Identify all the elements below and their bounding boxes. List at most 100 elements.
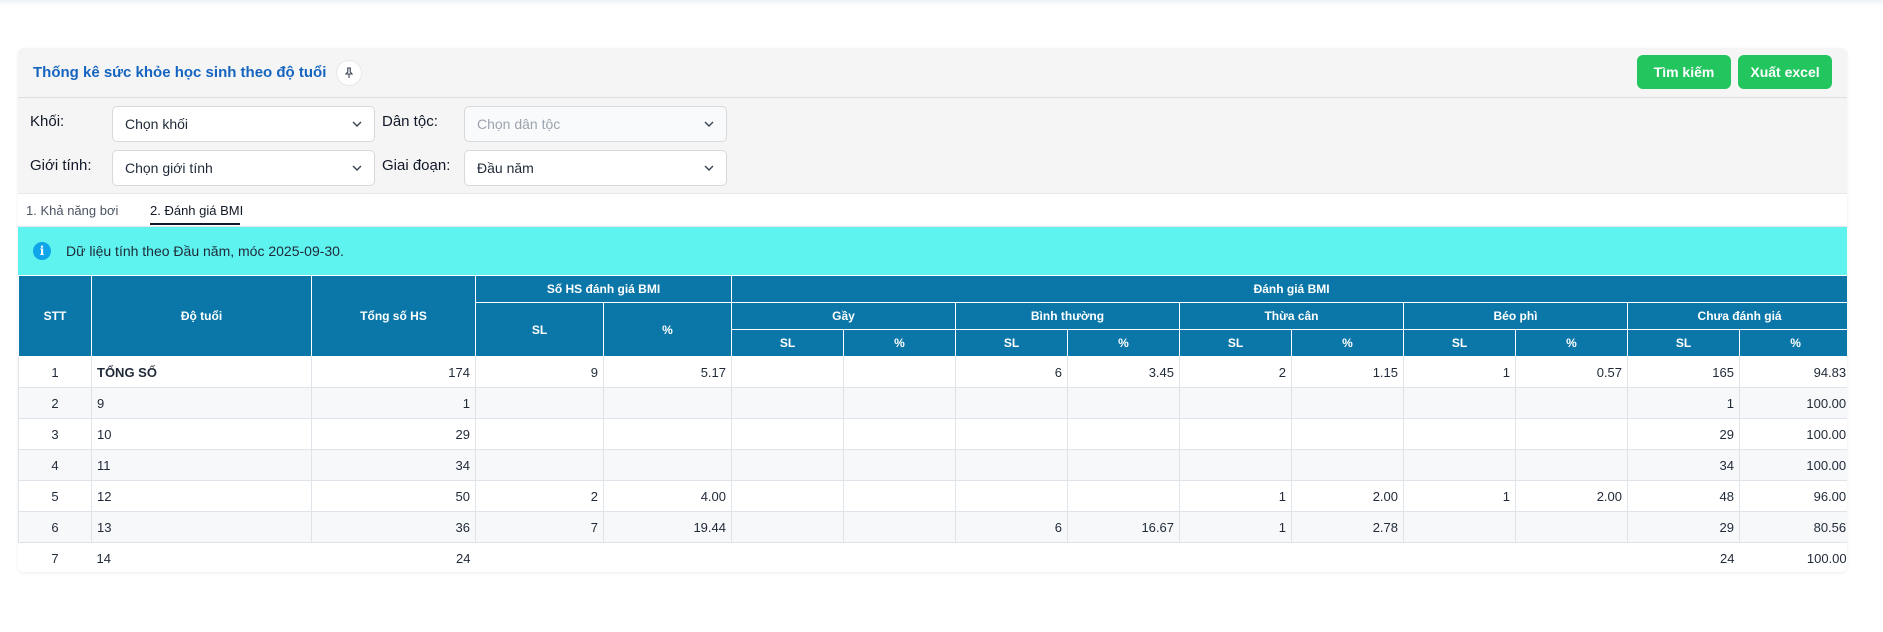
cell-obese-pct: 2.00 [1515,480,1628,512]
cell-over-sl: 1 [1179,511,1292,543]
period-select-value: Đầu năm [477,160,534,176]
cell-thin-sl [731,387,844,419]
ethnicity-select[interactable]: Chọn dân tộc [464,106,727,142]
cell-age: 9 [91,387,312,419]
cell-obese-sl: 1 [1403,356,1516,388]
cell-over-pct [1291,387,1404,419]
header-pct: % [1067,329,1180,357]
header-pct: % [843,329,956,357]
table-body: 1 TỔNG SỐ 174 9 5.17 6 3.45 2 1.15 1 0.57 165 94.83 2… [18,356,1847,572]
cell-thin-pct [843,356,956,388]
cell-eval-sl: 2 [475,480,604,512]
header-thin: Gầy [731,302,956,330]
cell-normal-sl [955,449,1068,481]
cell-stt: 1 [18,356,92,388]
cell-total: 29 [311,418,476,450]
active-tab-underline [150,223,240,225]
cell-over-pct: 2.78 [1291,511,1404,543]
cell-eval-sl [475,418,604,450]
cell-thin-sl [731,418,844,450]
pin-icon [345,66,354,78]
cell-thin-pct [843,387,956,419]
cell-ne-pct: 96.00 [1738,480,1847,512]
cell-obese-sl [1403,418,1516,450]
table-row: 7 14 24 24 100.00 [18,542,1847,572]
cell-stt: 3 [18,418,92,450]
info-icon: i [33,242,51,260]
cell-normal-sl [955,542,1068,572]
cell-ne-pct: 100.00 [1738,387,1847,419]
cell-eval-pct [603,449,732,481]
header-pct: % [1515,329,1628,357]
search-button[interactable]: Tìm kiếm [1637,55,1731,89]
cell-normal-pct [1067,542,1180,572]
gender-select-value: Chọn giới tính [125,160,213,176]
chevron-down-icon [704,165,714,171]
info-banner: i Dữ liệu tính theo Đầu năm, móc 2025-09… [18,227,1847,275]
cell-ne-pct: 100.00 [1738,449,1847,481]
cell-ne-pct: 100.00 [1739,542,1847,572]
chevron-down-icon [352,165,362,171]
header-age: Độ tuổi [91,275,312,357]
cell-thin-pct [843,418,956,450]
cell-eval-sl: 9 [475,356,604,388]
cell-obese-sl [1403,449,1516,481]
cell-normal-pct: 3.45 [1067,356,1180,388]
cell-over-pct: 1.15 [1291,356,1404,388]
cell-total: 34 [311,449,476,481]
cell-eval-sl: 7 [475,511,604,543]
cell-total: 1 [311,387,476,419]
header-eval-sl: SL [475,302,604,357]
cell-obese-pct [1515,542,1628,572]
cell-thin-sl [731,356,844,388]
cell-age: 10 [91,418,312,450]
cell-stt: 5 [18,480,92,512]
top-bar-shadow [0,0,1883,6]
cell-eval-sl [475,387,604,419]
header-total: Tổng số HS [311,275,476,357]
cell-stt: 2 [18,387,92,419]
cell-eval-sl [475,449,604,481]
cell-thin-sl [731,480,844,512]
period-label: Giai đoạn: [382,157,451,174]
statistics-panel: Thống kê sức khỏe học sinh theo độ tuổi … [18,48,1847,572]
table-row: 1 TỔNG SỐ 174 9 5.17 6 3.45 2 1.15 1 0.57 165 94.83 [18,356,1847,388]
cell-ne-sl: 34 [1627,449,1740,481]
grade-select[interactable]: Chọn khối [112,106,375,142]
cell-obese-sl [1403,542,1516,572]
tab-bmi[interactable]: 2. Đánh giá BMI [150,203,243,218]
header-normal: Bình thường [955,302,1180,330]
export-excel-button[interactable]: Xuất excel [1738,55,1832,89]
cell-over-sl: 2 [1179,356,1292,388]
cell-obese-sl [1403,511,1516,543]
cell-over-sl [1179,387,1292,419]
header-pct: % [1738,329,1847,357]
cell-thin-pct [843,449,956,481]
cell-ne-pct: 100.00 [1738,418,1847,450]
pin-button[interactable] [336,59,363,86]
table-row: 4 11 34 34 100.00 [18,449,1847,481]
cell-eval-pct [603,387,732,419]
header-eval-pct: % [603,302,732,357]
header-over: Thừa cân [1179,302,1404,330]
period-select[interactable]: Đầu năm [464,150,727,186]
header-stt: STT [18,275,92,357]
cell-age: 14 [91,542,312,572]
table-row: 6 13 36 7 19.44 6 16.67 1 2.78 29 80.56 [18,511,1847,543]
cell-over-pct [1291,418,1404,450]
cell-ne-sl: 29 [1627,418,1740,450]
tab-swimming[interactable]: 1. Khả năng bơi [26,203,118,218]
cell-eval-pct: 19.44 [603,511,732,543]
cell-ne-sl: 24 [1627,542,1740,572]
gender-select[interactable]: Chọn giới tính [112,150,375,186]
cell-eval-sl [475,542,604,572]
cell-thin-pct [843,480,956,512]
ethnicity-label: Dân tộc: [382,113,438,130]
cell-stt: 6 [18,511,92,543]
cell-ne-pct: 94.83 [1738,356,1847,388]
table-row: 2 9 1 1 100.00 [18,387,1847,419]
cell-thin-sl [731,449,844,481]
cell-over-sl [1179,449,1292,481]
header-obese: Béo phì [1403,302,1628,330]
header-sl: SL [955,329,1068,357]
